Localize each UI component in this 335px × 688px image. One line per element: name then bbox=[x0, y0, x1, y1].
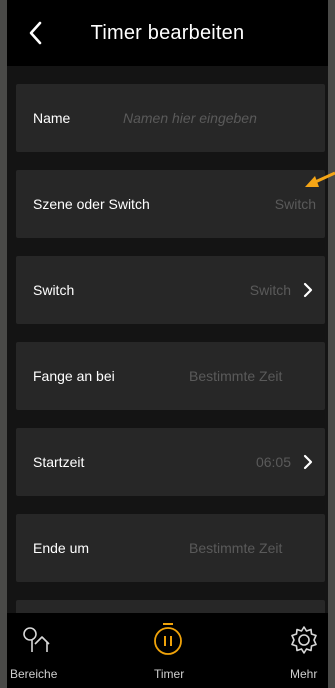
end-at-row[interactable]: Ende um Bestimmte Zeit bbox=[16, 514, 325, 582]
timer-icon bbox=[154, 623, 182, 655]
next-row[interactable] bbox=[16, 600, 325, 613]
name-row[interactable]: Name Namen hier eingeben bbox=[16, 84, 325, 152]
scene-or-switch-row[interactable]: Szene oder Switch Switch bbox=[16, 170, 325, 238]
chevron-right-icon bbox=[303, 282, 313, 298]
tab-timer[interactable]: Timer bbox=[127, 613, 207, 688]
switch-label: Switch bbox=[33, 282, 75, 298]
scene-or-switch-label: Szene oder Switch bbox=[33, 196, 150, 212]
name-input[interactable]: Namen hier eingeben bbox=[123, 84, 257, 152]
tab-mehr[interactable]: Mehr bbox=[262, 613, 328, 688]
top-bar: Timer bearbeiten bbox=[7, 0, 328, 66]
tab-bereiche-label: Bereiche bbox=[10, 667, 58, 681]
name-label: Name bbox=[33, 110, 71, 126]
start-at-label: Fange an bei bbox=[33, 368, 115, 384]
switch-value: Switch bbox=[249, 282, 291, 298]
tab-mehr-label: Mehr bbox=[290, 667, 318, 681]
page-title: Timer bearbeiten bbox=[90, 22, 245, 44]
start-at-row[interactable]: Fange an bei Bestimmte Zeit bbox=[16, 342, 325, 410]
device-frame-right bbox=[328, 0, 335, 688]
gear-icon bbox=[291, 626, 317, 654]
annotation-arrow-icon bbox=[305, 171, 335, 187]
app-screen: Timer bearbeiten Name Namen hier eingebe… bbox=[7, 0, 328, 688]
bottom-tab-bar: Bereiche Timer Mehr bbox=[7, 613, 328, 688]
start-time-value: 06:05 bbox=[255, 454, 291, 470]
timer-settings-list[interactable]: Name Namen hier eingeben Szene oder Swit… bbox=[7, 66, 328, 613]
switch-row[interactable]: Switch Switch bbox=[16, 256, 325, 324]
start-at-value: Bestimmte Zeit bbox=[189, 368, 283, 384]
tab-bereiche[interactable]: Bereiche bbox=[7, 613, 87, 688]
end-at-value: Bestimmte Zeit bbox=[189, 540, 283, 556]
start-time-label: Startzeit bbox=[33, 454, 85, 470]
chevron-right-icon bbox=[303, 454, 313, 470]
rooms-icon bbox=[23, 627, 50, 652]
tab-timer-label: Timer bbox=[154, 667, 185, 681]
device-frame-left bbox=[0, 0, 7, 688]
start-time-row[interactable]: Startzeit 06:05 bbox=[16, 428, 325, 496]
end-at-label: Ende um bbox=[33, 540, 90, 556]
